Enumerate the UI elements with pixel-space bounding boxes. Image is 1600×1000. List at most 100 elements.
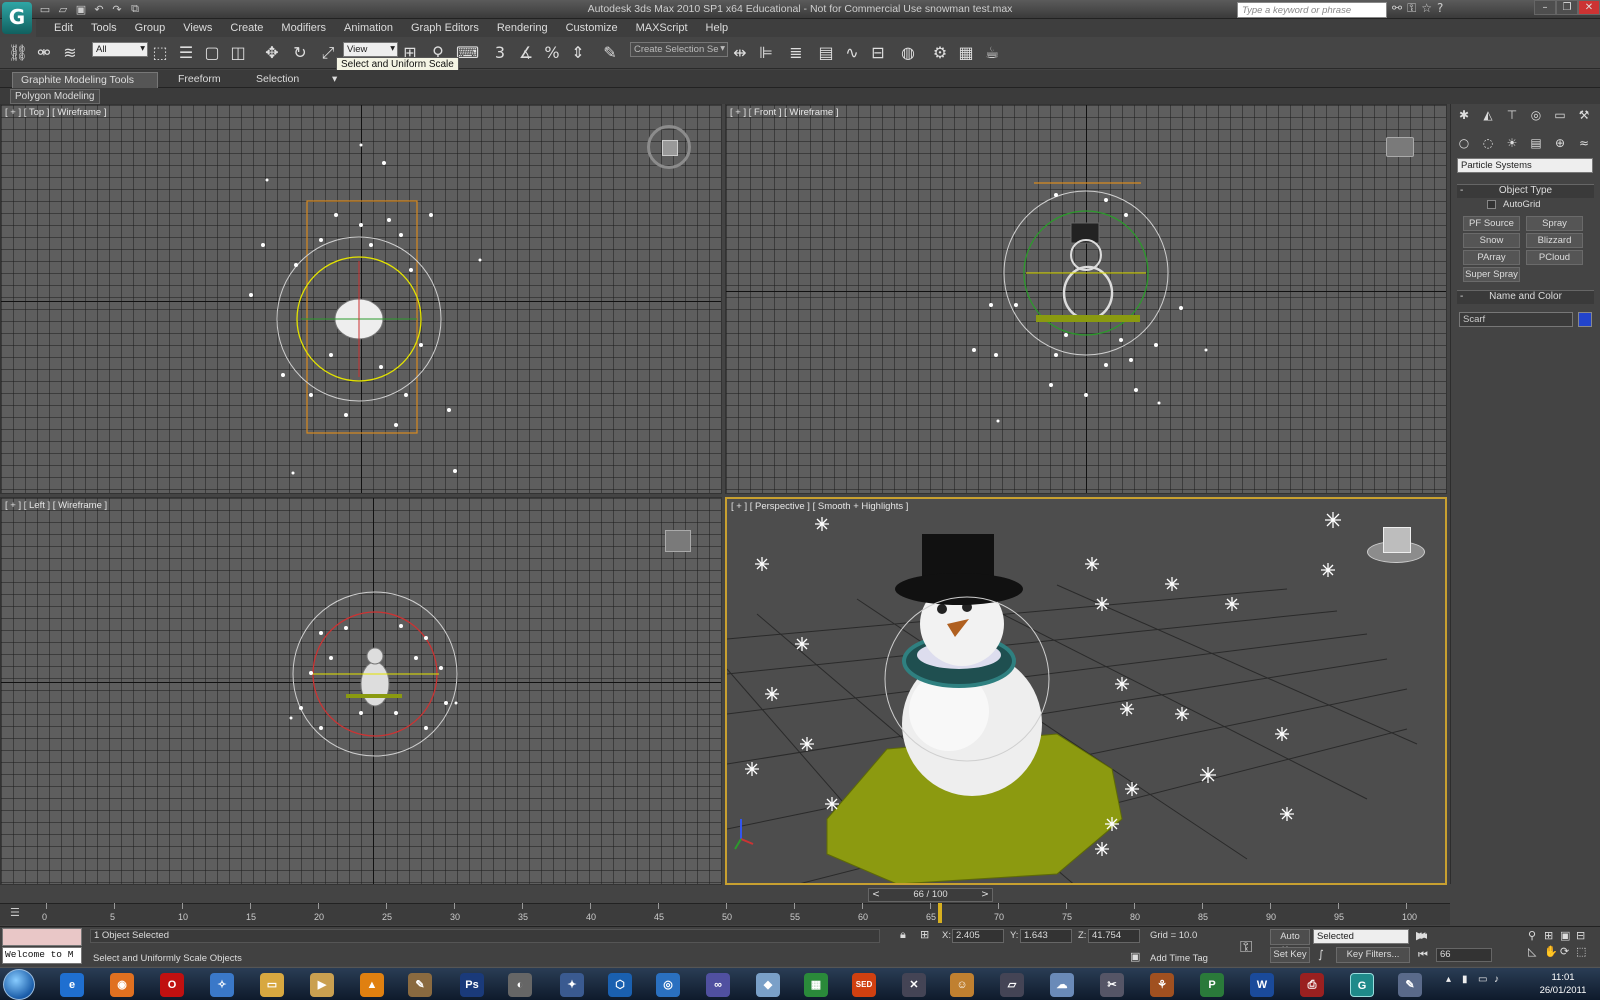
app-icon[interactable]: SED — [852, 973, 876, 997]
app-icon[interactable]: ⬡ — [608, 973, 632, 997]
app-icon[interactable]: ⚘ — [1150, 973, 1174, 997]
menu-graph-editors[interactable]: Graph Editors — [411, 22, 479, 34]
layer-manager-icon[interactable]: ≣ — [786, 43, 806, 62]
snap-toggle-icon[interactable]: 3 — [490, 43, 510, 62]
viewcube-icon[interactable] — [1383, 527, 1411, 553]
key-filters-button[interactable]: Key Filters... — [1336, 947, 1410, 963]
polygon-modeling-panel[interactable]: Polygon Modeling — [10, 89, 100, 104]
show-hidden-icons-icon[interactable]: ▴ — [1446, 974, 1451, 985]
material-editor-icon[interactable]: ◍ — [898, 43, 918, 62]
menu-modifiers[interactable]: Modifiers — [281, 22, 326, 34]
autogrid-checkbox[interactable] — [1487, 200, 1496, 209]
gimp-icon[interactable]: ◐ — [508, 973, 532, 997]
bind-space-warp-icon[interactable]: ≋ — [60, 43, 80, 62]
align-icon[interactable]: ⊫ — [756, 43, 776, 62]
angle-snap-icon[interactable]: ∡ — [516, 43, 536, 62]
volume-icon[interactable]: ♪ — [1494, 974, 1499, 985]
menu-rendering[interactable]: Rendering — [497, 22, 548, 34]
default-tangents-icon[interactable]: ∫ — [1318, 948, 1324, 961]
app-icon[interactable]: ∞ — [706, 973, 730, 997]
app-icon[interactable]: ✦ — [560, 973, 584, 997]
lock-selection-icon[interactable]: 🔒︎ — [900, 928, 906, 942]
named-selection-dropdown[interactable]: Create Selection Se — [630, 42, 728, 57]
app-icon[interactable]: ▦ — [804, 973, 828, 997]
welcome-text[interactable]: Welcome to M — [2, 947, 82, 964]
key-mode-dropdown[interactable]: Selected — [1313, 929, 1409, 944]
menu-views[interactable]: Views — [183, 22, 212, 34]
unlink-icon[interactable]: ⚮ — [34, 43, 54, 62]
helpers-icon[interactable]: ⊕ — [1551, 136, 1569, 150]
set-key-button[interactable]: Set Key — [1270, 947, 1310, 963]
zoom-extents-icon[interactable]: ▣ — [1560, 929, 1576, 942]
z-coordinate-field[interactable]: 41.754 — [1088, 929, 1140, 943]
save-icon[interactable]: ▣ — [74, 3, 88, 16]
key-icon[interactable]: ⚿ — [1407, 1, 1416, 16]
geometry-icon[interactable]: ○ — [1455, 136, 1473, 150]
time-slider[interactable]: < 66 / 100 > — [868, 888, 993, 902]
maxscript-listener[interactable] — [2, 928, 82, 946]
utilities-tab-icon[interactable]: ⚒ — [1575, 108, 1593, 122]
display-tab-icon[interactable]: ▭ — [1551, 108, 1569, 122]
viewcube-icon[interactable] — [665, 530, 691, 552]
ribbon-options-icon[interactable]: ▾ — [330, 72, 339, 88]
track-view-icon[interactable]: ☰ — [10, 906, 20, 919]
star-icon[interactable]: ☆ — [1421, 1, 1432, 16]
spray-button[interactable]: Spray — [1526, 216, 1583, 231]
modify-tab-icon[interactable]: ◭ — [1479, 108, 1497, 122]
app-icon[interactable]: ✎ — [1398, 973, 1422, 997]
parray-button[interactable]: PArray — [1463, 250, 1520, 265]
snow-button[interactable]: Snow — [1463, 233, 1520, 248]
create-tab-icon[interactable]: ✱ — [1455, 108, 1473, 122]
add-time-tag-button[interactable]: Add Time Tag — [1150, 953, 1208, 964]
viewport-left[interactable]: [ + ] [ Left ] [ Wireframe ] — [0, 497, 722, 885]
select-link-icon[interactable]: ⛓ — [8, 43, 28, 62]
selection-filter-dropdown[interactable]: All — [92, 42, 148, 57]
maximize-viewport-icon[interactable]: ⬚ — [1576, 945, 1592, 958]
open-file-icon[interactable]: ▱ — [56, 3, 70, 16]
3dsmax-taskbar-icon[interactable]: G — [1350, 973, 1374, 997]
schematic-view-icon[interactable]: ⊟ — [868, 43, 888, 62]
go-to-end-icon[interactable]: ⏭ — [1416, 929, 1426, 943]
project-folder-icon[interactable]: ⧉ — [128, 2, 142, 16]
paint-tool-icon[interactable]: ✎ — [408, 973, 432, 997]
close-icon[interactable]: ✕ — [1578, 0, 1600, 15]
start-button-icon[interactable] — [3, 969, 35, 1000]
hierarchy-tab-icon[interactable]: ⊤ — [1503, 108, 1521, 122]
lights-icon[interactable]: ☀ — [1503, 136, 1521, 150]
photoshop-icon[interactable]: Ps — [460, 973, 484, 997]
opera-icon[interactable]: O — [160, 973, 184, 997]
graphite-toggle-icon[interactable]: ▤ — [816, 43, 836, 62]
file-explorer-icon[interactable]: ▭ — [260, 973, 284, 997]
word-icon[interactable]: W — [1250, 973, 1274, 997]
restore-icon[interactable]: ❐ — [1556, 0, 1578, 15]
system-clock[interactable]: 11:01 26/01/2011 — [1528, 971, 1598, 997]
percent-snap-icon[interactable]: % — [542, 43, 562, 62]
absolute-mode-icon[interactable]: ⊞ — [920, 928, 929, 941]
app-icon[interactable]: ◆ — [756, 973, 780, 997]
rendered-frame-icon[interactable]: ▦ — [956, 43, 976, 62]
network-icon[interactable]: ▮ — [1462, 974, 1468, 985]
menu-maxscript[interactable]: MAXScript — [636, 22, 688, 34]
app-icon[interactable]: ▱ — [1000, 973, 1024, 997]
menu-customize[interactable]: Customize — [566, 22, 618, 34]
select-object-icon[interactable]: ⬚ — [150, 43, 170, 62]
pf-source-button[interactable]: PF Source — [1463, 216, 1520, 231]
object-color-swatch[interactable] — [1578, 312, 1592, 327]
viewport-front[interactable]: [ + ] [ Front ] [ Wireframe ] — [725, 104, 1447, 494]
app-icon[interactable]: ◎ — [656, 973, 680, 997]
viewport-top[interactable]: [ + ] [ Top ] [ Wireframe ] — [0, 104, 722, 494]
search-input[interactable]: Type a keyword or phrase — [1237, 2, 1387, 18]
field-of-view-icon[interactable]: ◺ — [1528, 945, 1544, 958]
help-icon[interactable]: ? — [1437, 1, 1443, 16]
minimize-icon[interactable]: – — [1534, 0, 1556, 15]
key-mode-toggle-icon[interactable]: ⏮ — [1418, 948, 1428, 962]
slider-right-arrow-icon[interactable]: > — [981, 889, 989, 901]
viewport-perspective[interactable]: [ + ] [ Perspective ] [ Smooth + Highlig… — [725, 497, 1447, 885]
menu-edit[interactable]: Edit — [54, 22, 73, 34]
redo-icon[interactable]: ↷ — [110, 3, 124, 16]
app-logo-icon[interactable]: G — [2, 2, 32, 34]
app-icon[interactable]: ☺ — [950, 973, 974, 997]
menu-animation[interactable]: Animation — [344, 22, 393, 34]
keyboard-shortcut-icon[interactable]: ⌨ — [456, 43, 479, 62]
tab-selection[interactable]: Selection — [248, 72, 307, 88]
